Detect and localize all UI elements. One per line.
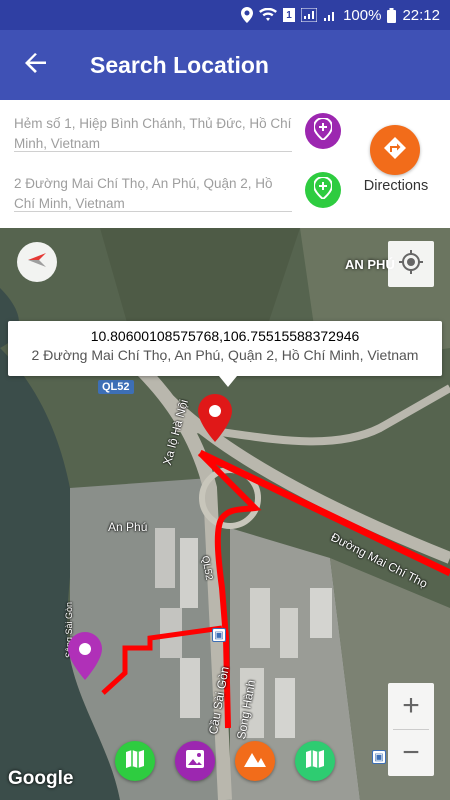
route-line bbox=[101, 449, 450, 729]
map-type-normal-button[interactable] bbox=[115, 741, 155, 781]
signal-icon-2 bbox=[323, 8, 337, 22]
destination-pin-button[interactable] bbox=[305, 172, 341, 208]
info-window-tail bbox=[219, 376, 237, 387]
map-type-hybrid-button[interactable] bbox=[295, 741, 335, 781]
compass-button[interactable] bbox=[17, 242, 57, 282]
destination-field[interactable]: 2 Đường Mai Chí Thọ, An Phú, Quận 2, Hồ … bbox=[14, 174, 292, 212]
bus-stop-icon[interactable]: ▣ bbox=[212, 628, 226, 642]
zoom-out-button[interactable]: − bbox=[388, 730, 434, 776]
map-type-satellite-button[interactable] bbox=[175, 741, 215, 781]
origin-field[interactable]: Hẻm số 1, Hiệp Bình Chánh, Thủ Đức, Hồ C… bbox=[14, 114, 292, 152]
map-type-terrain-button[interactable] bbox=[235, 741, 275, 781]
directions-label: Directions bbox=[363, 178, 429, 194]
location-icon bbox=[241, 7, 254, 23]
map-icon bbox=[305, 749, 325, 774]
clock: 22:12 bbox=[402, 6, 440, 24]
info-address: 2 Đường Mai Chí Thọ, An Phú, Quận 2, Hồ … bbox=[31, 347, 419, 363]
info-coords: 10.80600108575768,106.75515588372946 bbox=[90, 328, 360, 344]
route-inputs: Hẻm số 1, Hiệp Bình Chánh, Thủ Đức, Hồ C… bbox=[0, 100, 450, 228]
page-title: Search Location bbox=[90, 51, 269, 78]
directions-button[interactable] bbox=[370, 125, 420, 175]
wifi-icon bbox=[259, 8, 278, 22]
map-label-anphu-small: An Phú bbox=[108, 520, 148, 534]
origin-marker-icon[interactable] bbox=[68, 632, 102, 685]
zoom-controls: + − bbox=[388, 683, 434, 776]
app-bar: Search Location bbox=[0, 30, 450, 100]
sim-badge: 1 bbox=[283, 8, 296, 22]
arrow-back-icon bbox=[24, 52, 46, 78]
my-location-icon bbox=[398, 249, 424, 280]
pin-add-icon bbox=[312, 116, 334, 145]
origin-pin-button[interactable] bbox=[305, 113, 341, 149]
google-attribution-logo: Google bbox=[8, 768, 74, 789]
road-badge-ql52: QL52 bbox=[98, 380, 134, 394]
battery-icon bbox=[387, 7, 397, 23]
destination-marker-icon[interactable] bbox=[198, 394, 232, 447]
terrain-icon bbox=[244, 751, 266, 772]
pin-add-icon bbox=[312, 175, 334, 204]
directions-icon bbox=[382, 135, 408, 166]
status-bar: 1 100% 22:12 bbox=[0, 0, 450, 30]
battery-percent: 100% bbox=[343, 6, 382, 24]
map-icon bbox=[125, 749, 145, 774]
map-view[interactable]: Xa lộ Hà Nội Đường Mai Chí Thọ An Phú Cầ… bbox=[0, 228, 450, 800]
my-location-button[interactable] bbox=[388, 241, 434, 287]
compass-icon bbox=[26, 249, 48, 276]
zoom-in-button[interactable]: + bbox=[388, 683, 434, 729]
back-button[interactable] bbox=[0, 30, 70, 100]
bus-stop-icon[interactable]: ▣ bbox=[372, 750, 386, 764]
marker-info-window[interactable]: 10.80600108575768,106.75515588372946 2 Đ… bbox=[8, 321, 442, 376]
signal-icon-1 bbox=[301, 8, 318, 22]
image-icon bbox=[185, 749, 205, 774]
